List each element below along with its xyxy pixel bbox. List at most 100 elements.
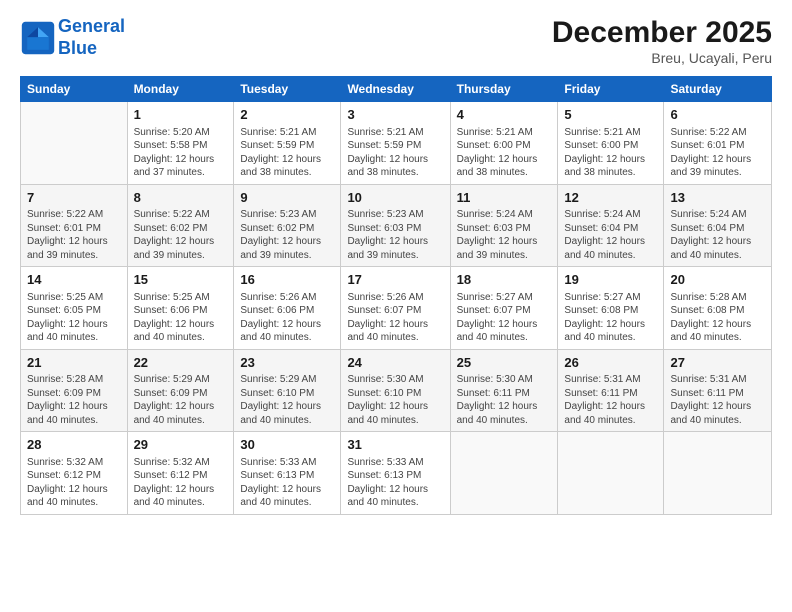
day-info: Sunrise: 5:26 AM Sunset: 6:07 PM Dayligh…: [347, 291, 443, 345]
day-number: 29: [134, 436, 228, 454]
calendar-cell: 4Sunrise: 5:21 AM Sunset: 6:00 PM Daylig…: [450, 102, 558, 185]
logo-blue: Blue: [58, 38, 97, 58]
calendar-cell: 16 Sunrise: 5:26 AM Sunset: 6:06 PM Dayli…: [234, 267, 341, 350]
day-number: 17: [347, 271, 443, 289]
calendar-body: 1 Sunrise: 5:20 AM Sunset: 5:58 PM Daylig…: [21, 102, 772, 515]
calendar-cell: 2 Sunrise: 5:21 AM Sunset: 5:59 PM Daylig…: [234, 102, 341, 185]
day-info: Sunrise: 5:20 AM Sunset: 5:58 PM Dayligh…: [134, 126, 228, 180]
day-number: 10: [347, 189, 443, 207]
day-number: 24: [347, 354, 443, 372]
day-number: 21: [27, 354, 121, 372]
calendar-cell: 25Sunrise: 5:30 AM Sunset: 6:11 PM Dayli…: [450, 349, 558, 432]
header-saturday: Saturday: [664, 77, 772, 102]
header-monday: Monday: [127, 77, 234, 102]
day-info: Sunrise: 5:30 AM Sunset: 6:10 PM Dayligh…: [347, 373, 443, 427]
day-number: 26: [564, 354, 657, 372]
calendar-cell: 22Sunrise: 5:29 AM Sunset: 6:09 PM Dayli…: [127, 349, 234, 432]
day-number: 4: [457, 106, 552, 124]
calendar-cell: 3 Sunrise: 5:21 AM Sunset: 5:59 PM Daylig…: [341, 102, 450, 185]
weekday-row: Sunday Monday Tuesday Wednesday Thursday…: [21, 77, 772, 102]
calendar-week-1: 1 Sunrise: 5:20 AM Sunset: 5:58 PM Daylig…: [21, 102, 772, 185]
day-number: 30: [240, 436, 334, 454]
header-wednesday: Wednesday: [341, 77, 450, 102]
day-info: Sunrise: 5:22 AM Sunset: 6:02 PM Dayligh…: [134, 208, 228, 262]
day-number: 2: [240, 106, 334, 124]
page-container: General Blue December 2025 Breu, Ucayali…: [0, 0, 792, 612]
day-info: Sunrise: 5:21 AM Sunset: 6:00 PM Dayligh…: [564, 126, 657, 180]
title-section: December 2025 Breu, Ucayali, Peru: [552, 16, 772, 66]
day-info: Sunrise: 5:29 AM Sunset: 6:09 PM Dayligh…: [134, 373, 228, 427]
day-info: Sunrise: 5:21 AM Sunset: 5:59 PM Dayligh…: [240, 126, 334, 180]
calendar-cell: 10Sunrise: 5:23 AM Sunset: 6:03 PM Dayli…: [341, 184, 450, 267]
calendar-cell: 8Sunrise: 5:22 AM Sunset: 6:02 PM Daylig…: [127, 184, 234, 267]
calendar-cell: 6Sunrise: 5:22 AM Sunset: 6:01 PM Daylig…: [664, 102, 772, 185]
day-number: 31: [347, 436, 443, 454]
day-number: 16: [240, 271, 334, 289]
calendar-cell: 7Sunrise: 5:22 AM Sunset: 6:01 PM Daylig…: [21, 184, 128, 267]
day-number: 19: [564, 271, 657, 289]
logo-text: General Blue: [58, 16, 125, 59]
day-number: 11: [457, 189, 552, 207]
header-thursday: Thursday: [450, 77, 558, 102]
calendar-cell: 13Sunrise: 5:24 AM Sunset: 6:04 PM Dayli…: [664, 184, 772, 267]
day-number: 6: [670, 106, 765, 124]
day-info: Sunrise: 5:28 AM Sunset: 6:08 PM Dayligh…: [670, 291, 765, 345]
day-number: 12: [564, 189, 657, 207]
calendar-cell: [21, 102, 128, 185]
month-title: December 2025: [552, 16, 772, 50]
calendar-cell: [450, 432, 558, 515]
day-number: 14: [27, 271, 121, 289]
day-info: Sunrise: 5:31 AM Sunset: 6:11 PM Dayligh…: [564, 373, 657, 427]
day-info: Sunrise: 5:21 AM Sunset: 5:59 PM Dayligh…: [347, 126, 443, 180]
day-info: Sunrise: 5:28 AM Sunset: 6:09 PM Dayligh…: [27, 373, 121, 427]
calendar-cell: 5 Sunrise: 5:21 AM Sunset: 6:00 PM Daylig…: [558, 102, 664, 185]
day-info: Sunrise: 5:25 AM Sunset: 6:06 PM Dayligh…: [134, 291, 228, 345]
day-info: Sunrise: 5:22 AM Sunset: 6:01 PM Dayligh…: [27, 208, 121, 262]
day-number: 13: [670, 189, 765, 207]
day-info: Sunrise: 5:31 AM Sunset: 6:11 PM Dayligh…: [670, 373, 765, 427]
day-info: Sunrise: 5:24 AM Sunset: 6:03 PM Dayligh…: [457, 208, 552, 262]
day-info: Sunrise: 5:23 AM Sunset: 6:03 PM Dayligh…: [347, 208, 443, 262]
calendar-cell: 31Sunrise: 5:33 AM Sunset: 6:13 PM Dayli…: [341, 432, 450, 515]
header-sunday: Sunday: [21, 77, 128, 102]
location: Breu, Ucayali, Peru: [552, 50, 772, 66]
day-number: 25: [457, 354, 552, 372]
calendar-cell: 29Sunrise: 5:32 AM Sunset: 6:12 PM Dayli…: [127, 432, 234, 515]
calendar-header: Sunday Monday Tuesday Wednesday Thursday…: [21, 77, 772, 102]
calendar-cell: 17 Sunrise: 5:26 AM Sunset: 6:07 PM Dayli…: [341, 267, 450, 350]
calendar-cell: 30 Sunrise: 5:33 AM Sunset: 6:13 PM Dayli…: [234, 432, 341, 515]
calendar-cell: 12Sunrise: 5:24 AM Sunset: 6:04 PM Dayli…: [558, 184, 664, 267]
day-number: 27: [670, 354, 765, 372]
calendar-week-4: 21Sunrise: 5:28 AM Sunset: 6:09 PM Dayli…: [21, 349, 772, 432]
header-tuesday: Tuesday: [234, 77, 341, 102]
day-number: 20: [670, 271, 765, 289]
day-info: Sunrise: 5:24 AM Sunset: 6:04 PM Dayligh…: [670, 208, 765, 262]
calendar-cell: 15Sunrise: 5:25 AM Sunset: 6:06 PM Dayli…: [127, 267, 234, 350]
calendar-cell: 21Sunrise: 5:28 AM Sunset: 6:09 PM Dayli…: [21, 349, 128, 432]
day-info: Sunrise: 5:26 AM Sunset: 6:06 PM Dayligh…: [240, 291, 334, 345]
header: General Blue December 2025 Breu, Ucayali…: [20, 16, 772, 66]
day-number: 23: [240, 354, 334, 372]
calendar-cell: 19Sunrise: 5:27 AM Sunset: 6:08 PM Dayli…: [558, 267, 664, 350]
calendar-cell: 26Sunrise: 5:31 AM Sunset: 6:11 PM Dayli…: [558, 349, 664, 432]
calendar-cell: 14Sunrise: 5:25 AM Sunset: 6:05 PM Dayli…: [21, 267, 128, 350]
calendar-week-2: 7Sunrise: 5:22 AM Sunset: 6:01 PM Daylig…: [21, 184, 772, 267]
day-number: 18: [457, 271, 552, 289]
calendar-cell: 1 Sunrise: 5:20 AM Sunset: 5:58 PM Daylig…: [127, 102, 234, 185]
calendar-cell: 23Sunrise: 5:29 AM Sunset: 6:10 PM Dayli…: [234, 349, 341, 432]
day-number: 22: [134, 354, 228, 372]
calendar-cell: 18 Sunrise: 5:27 AM Sunset: 6:07 PM Dayli…: [450, 267, 558, 350]
day-info: Sunrise: 5:32 AM Sunset: 6:12 PM Dayligh…: [27, 456, 121, 510]
calendar-week-5: 28 Sunrise: 5:32 AM Sunset: 6:12 PM Dayli…: [21, 432, 772, 515]
day-number: 3: [347, 106, 443, 124]
day-number: 5: [564, 106, 657, 124]
day-number: 1: [134, 106, 228, 124]
day-info: Sunrise: 5:27 AM Sunset: 6:07 PM Dayligh…: [457, 291, 552, 345]
day-number: 8: [134, 189, 228, 207]
calendar-cell: 11Sunrise: 5:24 AM Sunset: 6:03 PM Dayli…: [450, 184, 558, 267]
day-info: Sunrise: 5:33 AM Sunset: 6:13 PM Dayligh…: [240, 456, 334, 510]
calendar-week-3: 14Sunrise: 5:25 AM Sunset: 6:05 PM Dayli…: [21, 267, 772, 350]
day-info: Sunrise: 5:23 AM Sunset: 6:02 PM Dayligh…: [240, 208, 334, 262]
day-number: 28: [27, 436, 121, 454]
calendar-cell: 9Sunrise: 5:23 AM Sunset: 6:02 PM Daylig…: [234, 184, 341, 267]
